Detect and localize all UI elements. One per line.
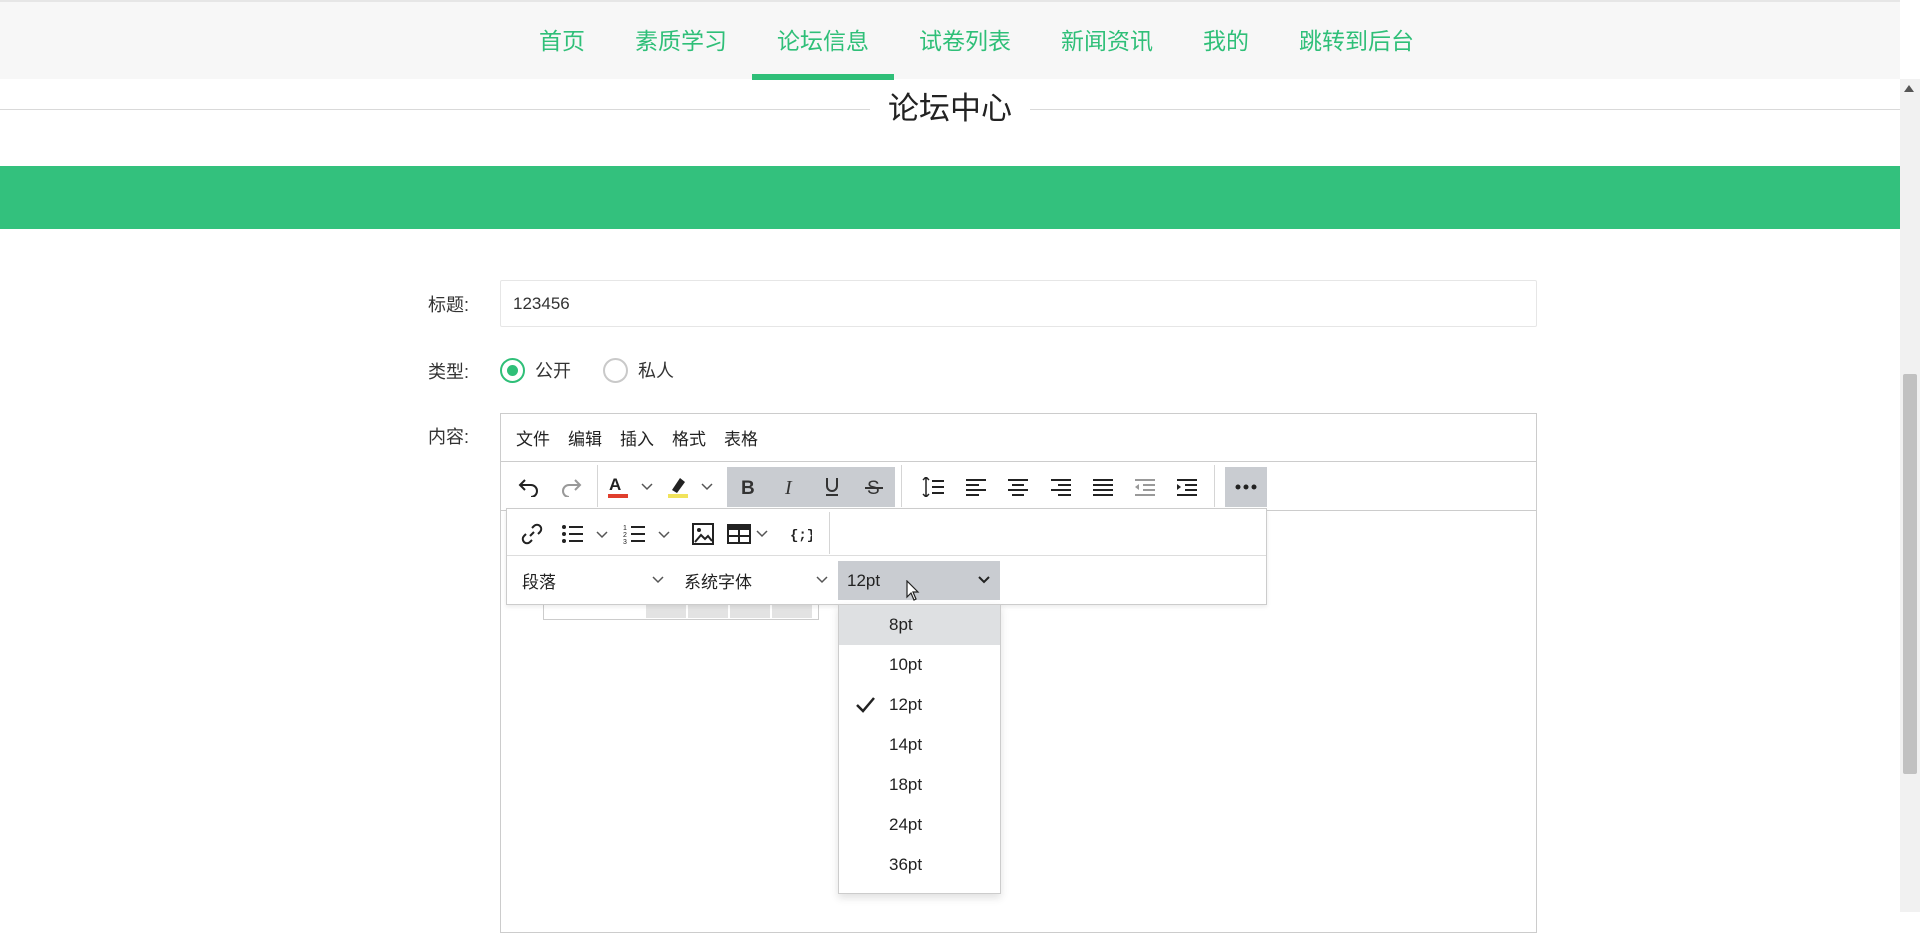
chevron-down-icon xyxy=(652,576,664,584)
numbered-list-icon[interactable]: 123 xyxy=(621,514,677,554)
menu-edit[interactable]: 编辑 xyxy=(559,425,611,450)
nav-item-news[interactable]: 新闻资讯 xyxy=(1036,2,1178,79)
svg-text:3: 3 xyxy=(623,539,627,544)
option-label: 12pt xyxy=(889,695,923,714)
nav-items: 首页 素质学习 论坛信息 试卷列表 新闻资讯 我的 跳转到后台 xyxy=(514,2,1439,80)
font-size-option-selected[interactable]: 12pt xyxy=(839,685,1000,725)
overflow-row-format: 段落 系统字体 12pt xyxy=(507,556,1266,604)
undo-icon[interactable] xyxy=(509,467,549,507)
svg-text:{;}: {;} xyxy=(790,528,812,543)
block-format-select[interactable]: 段落 xyxy=(511,561,671,600)
option-label: 10pt xyxy=(889,655,923,674)
chevron-down-icon xyxy=(816,576,828,584)
font-size-option[interactable]: 18pt xyxy=(839,765,1000,805)
editor-toolbar: A B I S xyxy=(501,462,1536,511)
title-input[interactable]: 123456 xyxy=(500,280,1537,327)
font-size-value: 12pt xyxy=(847,570,881,590)
italic-icon[interactable]: I xyxy=(769,467,811,507)
font-size-dropdown: 8pt 10pt 12pt 14pt 18pt 24pt 36pt xyxy=(838,604,1001,894)
title-label: 标题: xyxy=(428,295,470,315)
radio-private-label: 私人 xyxy=(638,361,674,381)
font-family-select[interactable]: 系统字体 xyxy=(673,561,835,600)
type-label: 类型: xyxy=(428,362,470,382)
align-justify-icon[interactable] xyxy=(1084,467,1122,507)
svg-text:I: I xyxy=(784,477,793,497)
svg-text:B: B xyxy=(741,478,755,497)
font-size-option[interactable]: 36pt xyxy=(839,845,1000,885)
align-left-icon[interactable] xyxy=(957,467,995,507)
link-icon[interactable] xyxy=(511,514,553,554)
option-label: 36pt xyxy=(889,855,923,874)
radio-private[interactable]: 私人 xyxy=(603,357,674,383)
font-size-option[interactable]: 14pt xyxy=(839,725,1000,765)
nav-item-exams[interactable]: 试卷列表 xyxy=(894,2,1036,79)
option-label: 14pt xyxy=(889,735,923,754)
scrollbar-thumb[interactable] xyxy=(1903,374,1917,774)
page-title: 论坛中心 xyxy=(870,89,1030,129)
toolbar-separator xyxy=(1214,465,1215,507)
content-label: 内容: xyxy=(428,427,470,447)
option-label: 18pt xyxy=(889,775,923,794)
toolbar-separator xyxy=(901,465,902,507)
more-icon[interactable] xyxy=(1225,467,1267,507)
underline-icon[interactable] xyxy=(811,467,853,507)
radio-unchecked-icon xyxy=(603,357,628,383)
rich-text-editor: 文件 编辑 插入 格式 表格 A B I S xyxy=(500,413,1537,933)
font-size-option[interactable]: 10pt xyxy=(839,645,1000,685)
toolbar-separator xyxy=(829,512,830,554)
menu-file[interactable]: 文件 xyxy=(507,425,559,450)
align-right-icon[interactable] xyxy=(1042,467,1080,507)
nav-item-home[interactable]: 首页 xyxy=(514,2,610,79)
nav-item-admin[interactable]: 跳转到后台 xyxy=(1274,2,1439,79)
svg-text:A: A xyxy=(609,475,621,494)
redo-icon[interactable] xyxy=(551,467,591,507)
code-sample-icon[interactable]: {;} xyxy=(781,514,821,554)
radio-public-label: 公开 xyxy=(535,361,571,381)
indent-icon[interactable] xyxy=(1168,467,1206,507)
overflow-row-insert: 123 {;} xyxy=(507,509,1266,556)
text-color-icon[interactable]: A xyxy=(604,467,658,507)
hidden-toolbar-remnant xyxy=(543,605,819,620)
toolbar-overflow-drawer: 123 {;} 段落 系统字体 12pt xyxy=(506,508,1267,605)
line-height-icon[interactable] xyxy=(914,467,952,507)
menu-table[interactable]: 表格 xyxy=(715,425,767,450)
menu-format[interactable]: 格式 xyxy=(663,425,715,450)
bold-icon[interactable]: B xyxy=(727,467,769,507)
section-header: 论坛中心 xyxy=(0,79,1900,139)
option-label: 24pt xyxy=(889,815,923,834)
radio-public[interactable]: 公开 xyxy=(500,357,571,383)
top-nav: 首页 素质学习 论坛信息 试卷列表 新闻资讯 我的 跳转到后台 xyxy=(0,0,1900,80)
menu-insert[interactable]: 插入 xyxy=(611,425,663,450)
align-center-icon[interactable] xyxy=(999,467,1037,507)
mouse-cursor-icon xyxy=(906,580,920,601)
table-icon[interactable] xyxy=(725,514,775,554)
page-scrollbar[interactable] xyxy=(1900,79,1920,912)
radio-checked-icon xyxy=(500,357,525,383)
chevron-down-icon xyxy=(978,576,990,584)
font-family-value: 系统字体 xyxy=(684,573,752,592)
highlight-icon[interactable] xyxy=(664,467,718,507)
nav-item-forum[interactable]: 论坛信息 xyxy=(752,2,894,80)
green-banner xyxy=(0,166,1900,229)
bullet-list-icon[interactable] xyxy=(559,514,615,554)
toolbar-separator xyxy=(597,465,598,507)
scroll-up-arrow-icon[interactable] xyxy=(1904,85,1914,92)
svg-text:2: 2 xyxy=(623,532,627,539)
font-size-option[interactable]: 8pt xyxy=(839,605,1000,645)
svg-text:1: 1 xyxy=(623,525,627,532)
option-label: 8pt xyxy=(889,615,913,634)
image-icon[interactable] xyxy=(683,514,723,554)
editor-menubar: 文件 编辑 插入 格式 表格 xyxy=(501,414,1536,462)
outdent-icon[interactable] xyxy=(1126,467,1164,507)
nav-item-study[interactable]: 素质学习 xyxy=(610,2,752,79)
nav-item-mine[interactable]: 我的 xyxy=(1178,2,1274,79)
checkmark-icon xyxy=(856,697,875,713)
font-size-option[interactable]: 24pt xyxy=(839,805,1000,845)
block-format-value: 段落 xyxy=(522,573,556,592)
strikethrough-icon[interactable]: S xyxy=(853,467,895,507)
